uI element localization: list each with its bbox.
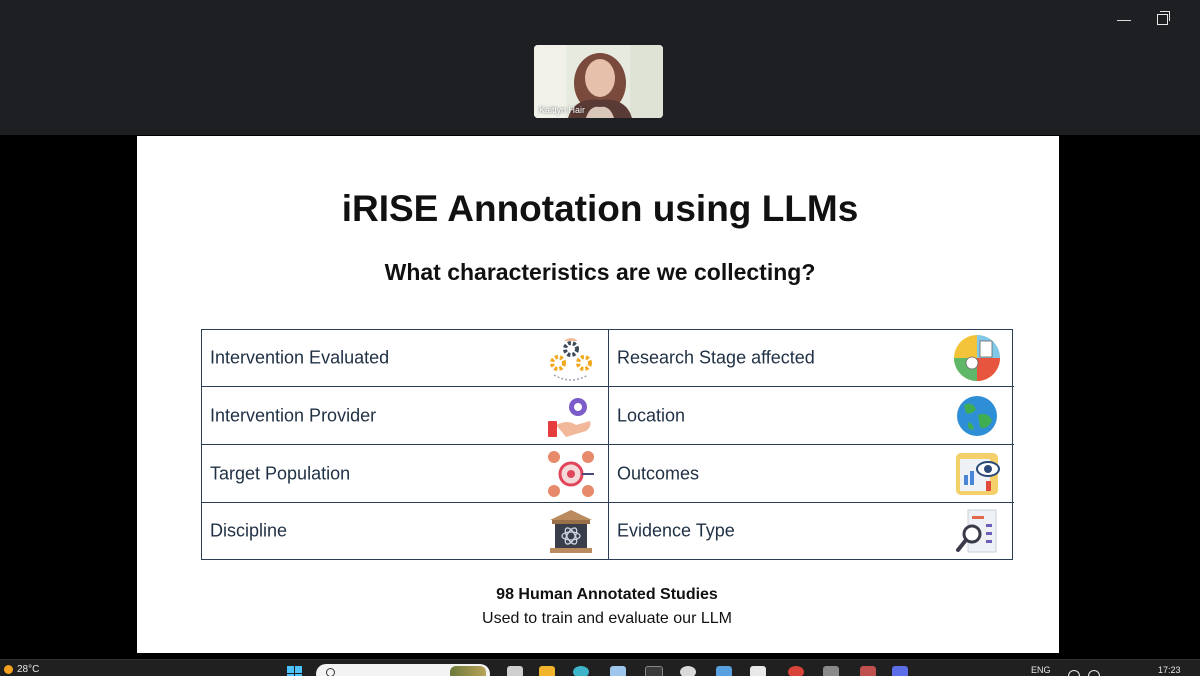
minimize-icon[interactable]: — (1104, 8, 1144, 30)
table-cell: Evidence Type (609, 503, 1014, 559)
cell-label: Outcomes (617, 463, 700, 483)
cell-label: Research Stage affected (617, 347, 815, 368)
cell-label: Intervention Provider (210, 405, 377, 425)
table-cell: Intervention Provider (202, 387, 609, 445)
restore-icon[interactable] (1142, 8, 1182, 30)
weather-widget[interactable]: 28°C (4, 664, 39, 675)
academy-atom-icon (550, 510, 592, 553)
windows-taskbar: 28°C ENG 17:23 (0, 659, 1200, 676)
eye-report-icon (956, 452, 1000, 495)
table-cell: Outcomes (609, 445, 1014, 503)
cell-label: Target Population (210, 463, 351, 483)
slide-subtitle: What characteristics are we collecting? (384, 259, 816, 285)
language-indicator[interactable]: ENG (1031, 665, 1051, 675)
cell-label: Intervention Evaluated (210, 347, 390, 368)
table-cell: Intervention Evaluated (202, 330, 609, 387)
table-cell: Research Stage affected (609, 330, 1014, 387)
slide-title: iRISE Annotation using LLMs (341, 188, 859, 229)
cell-label: Discipline (210, 520, 288, 541)
wifi-icon[interactable] (1068, 670, 1080, 676)
magnifier-document-icon (956, 509, 997, 553)
globe-icon (957, 395, 997, 436)
volume-icon[interactable] (1088, 670, 1100, 676)
footer-description: Used to train and evaluate our LLM (482, 610, 732, 627)
hand-gear-icon (548, 397, 591, 437)
table-cell: Target Population (202, 445, 609, 503)
temperature-text: 28°C (17, 664, 40, 675)
target-people-icon (548, 450, 594, 497)
table-cell: Discipline (202, 503, 609, 559)
table-cell: Location (609, 387, 1014, 445)
participant-name: Kaitlyn Hair (539, 105, 586, 115)
cell-label: Evidence Type (617, 520, 735, 541)
sun-icon (4, 665, 13, 674)
annotated-studies-count: 98 Human Annotated Studies (496, 586, 718, 603)
research-cycle-icon (954, 335, 1000, 381)
meeting-top-bar: — Kaitlyn Hair (0, 0, 1200, 135)
clock-time[interactable]: 17:23 (1158, 665, 1181, 675)
cell-label: Location (617, 405, 686, 425)
gears-hand-icon (550, 338, 592, 381)
taskbar-search-box[interactable] (316, 664, 490, 676)
characteristics-table: Intervention Evaluated Research Stage af… (201, 329, 1014, 560)
participant-video-tile[interactable]: Kaitlyn Hair (534, 45, 663, 118)
